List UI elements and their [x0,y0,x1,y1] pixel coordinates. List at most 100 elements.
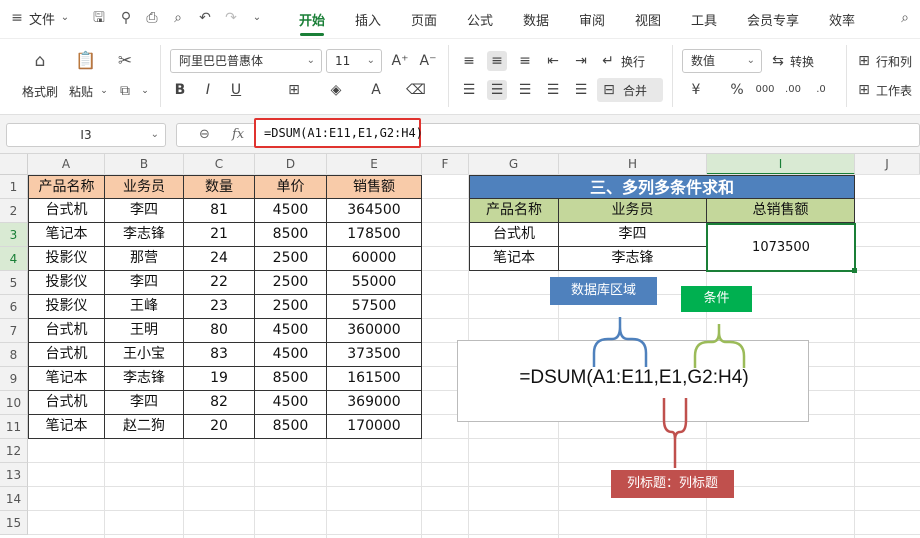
chevron-down-icon[interactable]: ⌄ [56,9,74,27]
fill-handle[interactable] [852,268,857,273]
distribute-icon[interactable]: ☰ [571,80,591,100]
criteria-header[interactable]: 总销售额 [707,199,855,223]
share-icon[interactable]: ⚲ [117,9,135,27]
row-header[interactable]: 11 [0,415,28,439]
row-header[interactable]: 10 [0,391,28,415]
tab-formula[interactable]: 公式 [467,10,493,29]
table-cell[interactable]: 23 [184,295,255,319]
cut-icon[interactable]: ✂ [113,51,137,71]
table-cell[interactable]: 李志锋 [105,223,184,247]
tab-efficiency[interactable]: 效率 [829,10,855,29]
decrease-decimal-icon[interactable]: .0 [811,80,831,100]
tab-tools[interactable]: 工具 [691,10,717,29]
increase-font-icon[interactable]: A⁺ [390,51,410,71]
table-cell[interactable]: 李四 [105,199,184,223]
criteria-cell[interactable]: 笔记本 [469,247,559,271]
table-cell[interactable]: 笔记本 [28,415,105,439]
table-header-cell[interactable]: 业务员 [105,175,184,199]
table-cell[interactable]: 8500 [255,223,327,247]
criteria-cell[interactable]: 台式机 [469,223,559,247]
table-cell[interactable]: 57500 [327,295,422,319]
increase-decimal-icon[interactable]: .00 [783,80,803,100]
font-color-icon[interactable]: A [366,80,386,100]
table-cell[interactable]: 李四 [105,271,184,295]
align-left-icon[interactable]: ☰ [459,80,479,100]
table-cell[interactable]: 55000 [327,271,422,295]
convert-button[interactable]: 转换 [790,53,814,70]
table-cell[interactable]: 投影仪 [28,271,105,295]
table-header-cell[interactable]: 产品名称 [28,175,105,199]
convert-icon[interactable]: ⇆ [768,51,788,71]
underline-icon[interactable]: U [226,80,246,100]
table-cell[interactable]: 投影仪 [28,247,105,271]
table-cell[interactable]: 20 [184,415,255,439]
table-cell[interactable]: 4500 [255,343,327,367]
number-format-select[interactable]: 数值 ⌄ [682,49,762,73]
paste-dropdown-icon[interactable]: ⌄ [94,81,114,101]
table-cell[interactable]: 那营 [105,247,184,271]
column-header[interactable]: E [327,154,422,175]
wrap-text-button[interactable]: 换行 [621,53,645,70]
format-painter-button[interactable]: 格式刷 [22,83,58,100]
tab-view[interactable]: 视图 [635,10,661,29]
row-header[interactable]: 12 [0,439,28,463]
result-cell-selected[interactable]: 1073500 [706,223,856,272]
table-cell[interactable]: 王峰 [105,295,184,319]
table-header-cell[interactable]: 数量 [184,175,255,199]
table-cell[interactable]: 24 [184,247,255,271]
criteria-cell[interactable]: 李四 [559,223,707,247]
font-family-select[interactable]: 阿里巴巴普惠体 ⌄ [170,49,322,73]
wrap-text-icon[interactable]: ↵ [598,51,618,71]
tab-data[interactable]: 数据 [523,10,549,29]
table-cell[interactable]: 82 [184,391,255,415]
copy-dropdown-icon[interactable]: ⌄ [135,81,155,101]
fill-color-icon[interactable]: ◈ [326,80,346,100]
indent-decrease-icon[interactable]: ⇤ [543,51,563,71]
search-icon[interactable]: ⌕ [896,9,914,27]
align-bottom-icon[interactable]: ≡ [515,51,535,71]
table-cell[interactable]: 4500 [255,319,327,343]
table-cell[interactable]: 笔记本 [28,223,105,247]
thousands-icon[interactable]: 000 [755,80,775,100]
row-header[interactable]: 1 [0,175,28,199]
table-cell[interactable]: 台式机 [28,391,105,415]
table-cell[interactable]: 22 [184,271,255,295]
column-header[interactable]: F [422,154,469,175]
align-top-icon[interactable]: ≡ [459,51,479,71]
row-header[interactable]: 3 [0,223,28,247]
fx-icon[interactable]: fx [232,127,244,142]
column-header[interactable]: H [559,154,707,175]
table-cell[interactable]: 2500 [255,295,327,319]
table-cell[interactable]: 赵二狗 [105,415,184,439]
tab-page[interactable]: 页面 [411,10,437,29]
criteria-header[interactable]: 产品名称 [469,199,559,223]
column-header[interactable]: D [255,154,327,175]
paste-icon[interactable]: 📋 [74,51,98,71]
bold-icon[interactable]: B [170,80,190,100]
worksheet-grid[interactable]: ABCDEFGHIJ 1 2 3 4 5 6 7 8 9 10 11 12 13 14 15 产品名称 业务员… [0,154,920,538]
indent-increase-icon[interactable]: ⇥ [571,51,591,71]
table-cell[interactable]: 21 [184,223,255,247]
font-size-select[interactable]: 11 ⌄ [326,49,382,73]
criteria-header[interactable]: 业务员 [559,199,707,223]
currency-icon[interactable]: ¥ [686,80,706,100]
table-cell[interactable]: 台式机 [28,343,105,367]
table-header-cell[interactable]: 单价 [255,175,327,199]
align-middle-icon[interactable]: ≡ [487,51,507,71]
column-header[interactable]: J [855,154,920,175]
tab-member[interactable]: 会员专享 [747,10,799,29]
formula-input[interactable]: =DSUM(A1:E11,E1,G2:H4) [254,118,423,148]
format-painter-icon[interactable]: ⌂ [28,51,52,71]
tab-insert[interactable]: 插入 [355,10,381,29]
decrease-font-icon[interactable]: A⁻ [418,51,438,71]
zoom-formula-icon[interactable]: ⊖ [199,127,210,142]
row-header[interactable]: 14 [0,487,28,511]
table-cell[interactable]: 笔记本 [28,367,105,391]
row-header[interactable]: 2 [0,199,28,223]
row-header[interactable]: 9 [0,367,28,391]
redo-icon[interactable]: ↷ [222,9,240,27]
print-icon[interactable]: ⎙ [143,9,161,27]
align-center-icon[interactable]: ☰ [487,80,507,100]
justify-icon[interactable]: ☰ [543,80,563,100]
undo-icon[interactable]: ↶ [196,9,214,27]
